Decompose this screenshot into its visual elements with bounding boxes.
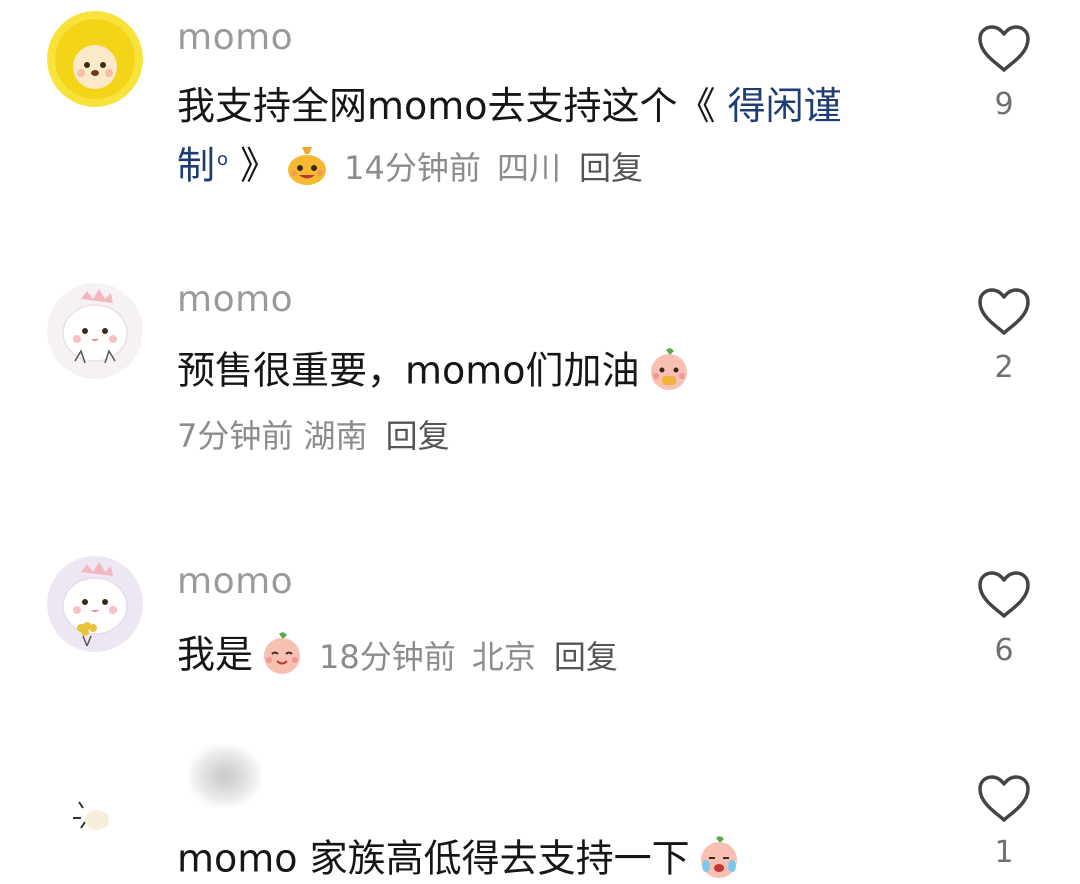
comment-time: 18分钟前 bbox=[319, 637, 456, 676]
sparkle-avatar[interactable] bbox=[47, 772, 143, 868]
username[interactable]: momo bbox=[177, 564, 293, 600]
comment-text-part: 我支持全网momo去支持这个《 bbox=[177, 84, 728, 128]
comment-text: momo 家族高低得去支持一下 bbox=[177, 836, 742, 884]
comment-location: 北京 bbox=[471, 637, 536, 676]
comment-location: 湖南 bbox=[303, 417, 368, 455]
white-dino-avatar[interactable] bbox=[47, 283, 143, 379]
search-icon[interactable]: o bbox=[217, 149, 228, 170]
username[interactable]: momo bbox=[177, 282, 293, 318]
reply-button[interactable]: 回复 bbox=[554, 638, 618, 676]
comment-text-line2: 制o 》 14分钟前 四川 回复 bbox=[177, 145, 643, 191]
comment-text: 我支持全网momo去支持这个《 得闲谨 bbox=[177, 87, 842, 125]
blurred-username bbox=[190, 746, 260, 806]
like-count: 6 bbox=[994, 633, 1014, 668]
like-button[interactable]: 1 bbox=[972, 774, 1036, 868]
reply-button[interactable]: 回复 bbox=[579, 149, 643, 187]
heart-icon bbox=[978, 775, 1030, 822]
like-count: 1 bbox=[994, 835, 1014, 870]
comment-item: momo 我支持全网momo去支持这个《 得闲谨 制o 》 14分钟前 四川 回复 … bbox=[0, 0, 1080, 240]
comment-time: 7分钟前 bbox=[177, 417, 294, 455]
comment-text-part: momo 家族高低得去支持一下 bbox=[177, 836, 690, 881]
comment-text: 我是 18分钟前 北京 回复 bbox=[177, 632, 618, 680]
like-button[interactable]: 9 bbox=[972, 24, 1036, 120]
like-count: 2 bbox=[994, 350, 1014, 385]
heart-icon bbox=[978, 25, 1030, 72]
comment-time: 14分钟前 bbox=[344, 148, 481, 187]
white-dino-flower-avatar[interactable] bbox=[47, 556, 143, 652]
comment-text-part: 预售很重要，momo们加油 bbox=[177, 348, 640, 393]
like-button[interactable]: 2 bbox=[972, 287, 1036, 383]
money-bag-emoji bbox=[284, 141, 330, 187]
like-count: 9 bbox=[994, 87, 1014, 122]
comment-meta: 7分钟前 湖南 回复 bbox=[177, 420, 450, 452]
comment-text-part: 》 bbox=[228, 143, 279, 188]
comment-location: 四川 bbox=[496, 148, 561, 187]
peach-cry-emoji bbox=[696, 834, 742, 880]
heart-icon bbox=[978, 288, 1030, 335]
heart-icon bbox=[978, 571, 1030, 618]
search-link-cont[interactable]: 制 bbox=[177, 144, 215, 188]
username[interactable]: momo bbox=[177, 20, 293, 56]
search-link[interactable]: 得闲谨 bbox=[728, 84, 842, 128]
reply-button[interactable]: 回复 bbox=[386, 417, 450, 455]
comment-text: 预售很重要，momo们加油 bbox=[177, 348, 692, 396]
like-button[interactable]: 6 bbox=[972, 570, 1036, 666]
comment-text-part: 我是 bbox=[177, 632, 254, 677]
peach-smile-emoji bbox=[259, 630, 305, 676]
peach-cheer-emoji bbox=[646, 346, 692, 392]
yellow-lion-avatar[interactable] bbox=[47, 11, 143, 107]
